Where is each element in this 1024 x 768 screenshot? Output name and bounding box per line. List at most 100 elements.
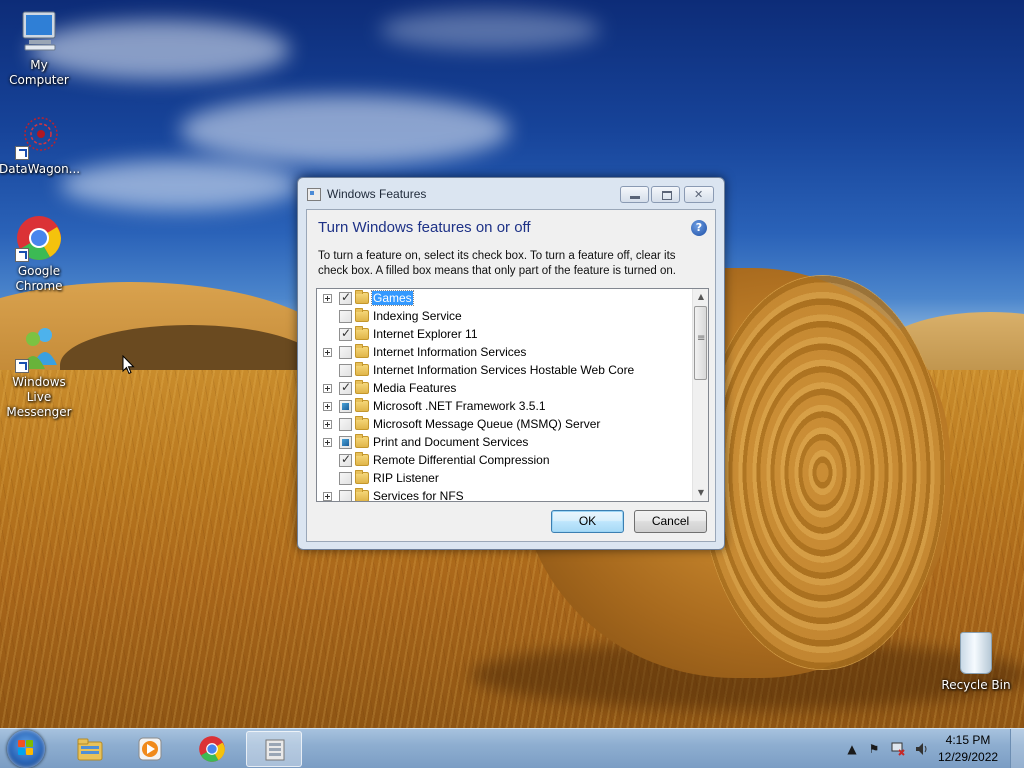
feature-label[interactable]: Microsoft .NET Framework 3.5.1 [372,399,547,413]
folder-icon [355,398,369,412]
feature-checkbox[interactable] [339,436,352,449]
expand-plus-icon[interactable] [323,420,332,429]
taskbar-button-windows-features[interactable] [246,731,302,767]
feature-checkbox[interactable] [339,380,352,395]
shortcut-arrow-icon [15,146,29,160]
expand-plus-icon[interactable] [323,348,332,357]
feature-label[interactable]: RIP Listener [372,471,440,485]
feature-label[interactable]: Internet Information Services [372,345,527,359]
expand-plus-icon[interactable] [323,294,332,303]
desktop-icon-windows-live-messenger[interactable]: Windows Live Messenger [0,325,79,420]
feature-row[interactable]: Microsoft .NET Framework 3.5.1 [317,397,693,415]
feature-label[interactable]: Microsoft Message Queue (MSMQ) Server [372,417,601,431]
feature-row[interactable]: Internet Information Services Hostable W… [317,361,693,379]
desktop-icon-label: Recycle Bin [941,678,1011,692]
taskbar-button-media-player[interactable] [122,731,178,767]
feature-row[interactable]: Print and Document Services [317,433,693,451]
feature-label[interactable]: Print and Document Services [372,435,529,449]
show-desktop-button[interactable] [1010,729,1024,768]
clock-time[interactable]: 4:15 PM [938,733,998,747]
feature-checkbox[interactable] [339,400,352,413]
feature-checkbox[interactable] [339,326,352,341]
recycle-bin-icon [960,632,992,674]
folder-icon [355,380,369,394]
feature-label[interactable]: Indexing Service [372,309,463,323]
maximize-button[interactable] [651,186,680,203]
feature-label[interactable]: Internet Explorer 11 [372,327,479,341]
desktop-icon-recycle-bin[interactable]: Recycle Bin [938,632,1014,692]
dialog-description: To turn a feature on, select its check b… [318,250,676,277]
feature-checkbox[interactable] [339,290,352,305]
feature-checkbox[interactable] [339,418,352,431]
feature-row[interactable]: RIP Listener [317,469,693,487]
feature-checkbox[interactable] [339,310,352,323]
scrollbar-thumb[interactable] [694,306,707,380]
feature-checkbox[interactable] [339,490,352,501]
ok-button[interactable]: OK [551,510,624,533]
system-tray: ▲ ⚑ 4:15 PM 12/29/2022 [842,729,1024,768]
cancel-button[interactable]: Cancel [634,510,707,533]
desktop-icon-google-chrome[interactable]: Google Chrome [0,214,79,294]
feature-checkbox[interactable] [339,452,352,467]
feature-label[interactable]: Services for NFS [372,489,465,501]
cloud [60,160,300,210]
window-client-area: Turn Windows features on or off ? To tur… [306,209,716,542]
scroll-down-arrow-icon[interactable]: ▼ [693,485,708,501]
feature-row[interactable]: Internet Information Services [317,343,693,361]
folder-icon [355,308,369,322]
action-center-icon[interactable]: ⚑ [866,741,882,757]
feature-label[interactable]: Remote Differential Compression [372,453,551,467]
hay-bale-face [700,275,945,670]
windows-explorer-icon [76,735,104,763]
taskbar-button-chrome[interactable] [184,731,240,767]
clock-date[interactable]: 12/29/2022 [938,750,998,764]
feature-label[interactable]: Media Features [372,381,457,395]
network-icon[interactable] [890,741,906,757]
desktop-icon-label: Windows Live Messenger [6,375,72,419]
feature-row[interactable]: Internet Explorer 11 [317,325,693,343]
feature-label[interactable]: Internet Information Services Hostable W… [372,363,635,377]
desktop-icon-datawagon[interactable]: DataWagon... [0,112,81,177]
desktop-icon-label: DataWagon... [0,162,81,176]
expand-plus-icon[interactable] [323,402,332,411]
feature-row[interactable]: Services for NFS [317,487,693,501]
shortcut-arrow-icon [15,248,29,262]
feature-row[interactable]: Games [317,289,693,307]
expand-plus-icon[interactable] [323,384,332,393]
show-hidden-icons-icon[interactable]: ▲ [844,741,860,757]
minimize-button[interactable] [620,186,649,203]
folder-icon [355,362,369,376]
title-bar[interactable]: Windows Features ✕ [298,178,724,210]
window-app-icon [307,188,321,201]
feature-row[interactable]: Indexing Service [317,307,693,325]
folder-icon [355,326,369,340]
expand-plus-icon[interactable] [323,492,332,501]
start-button[interactable] [7,730,45,768]
cloud [380,10,600,50]
feature-row[interactable]: Remote Differential Compression [317,451,693,469]
feature-label[interactable]: Games [371,290,414,306]
vertical-scrollbar[interactable]: ▲ ▼ [692,289,708,501]
volume-icon[interactable] [914,741,930,757]
features-tree[interactable]: Games Indexing Service Internet Explorer 1… [316,288,709,502]
feature-row[interactable]: Media Features [317,379,693,397]
taskbar-button-explorer[interactable] [62,731,118,767]
close-button[interactable]: ✕ [684,186,714,203]
minimize-icon [630,196,640,199]
folder-icon [355,416,369,430]
messenger-icon [15,325,63,373]
chrome-icon [15,214,63,262]
folder-icon [355,290,369,304]
dialog-heading: Turn Windows features on or off [318,219,531,236]
feature-checkbox[interactable] [339,472,352,485]
media-player-icon [136,735,164,763]
feature-checkbox[interactable] [339,346,352,359]
desktop-icon-my-computer[interactable]: My Computer [0,8,79,88]
feature-checkbox[interactable] [339,364,352,377]
cloud [180,95,510,165]
help-icon[interactable]: ? [691,220,707,236]
feature-row[interactable]: Microsoft Message Queue (MSMQ) Server [317,415,693,433]
computer-icon [15,8,63,56]
scroll-up-arrow-icon[interactable]: ▲ [693,289,708,305]
expand-plus-icon[interactable] [323,438,332,447]
